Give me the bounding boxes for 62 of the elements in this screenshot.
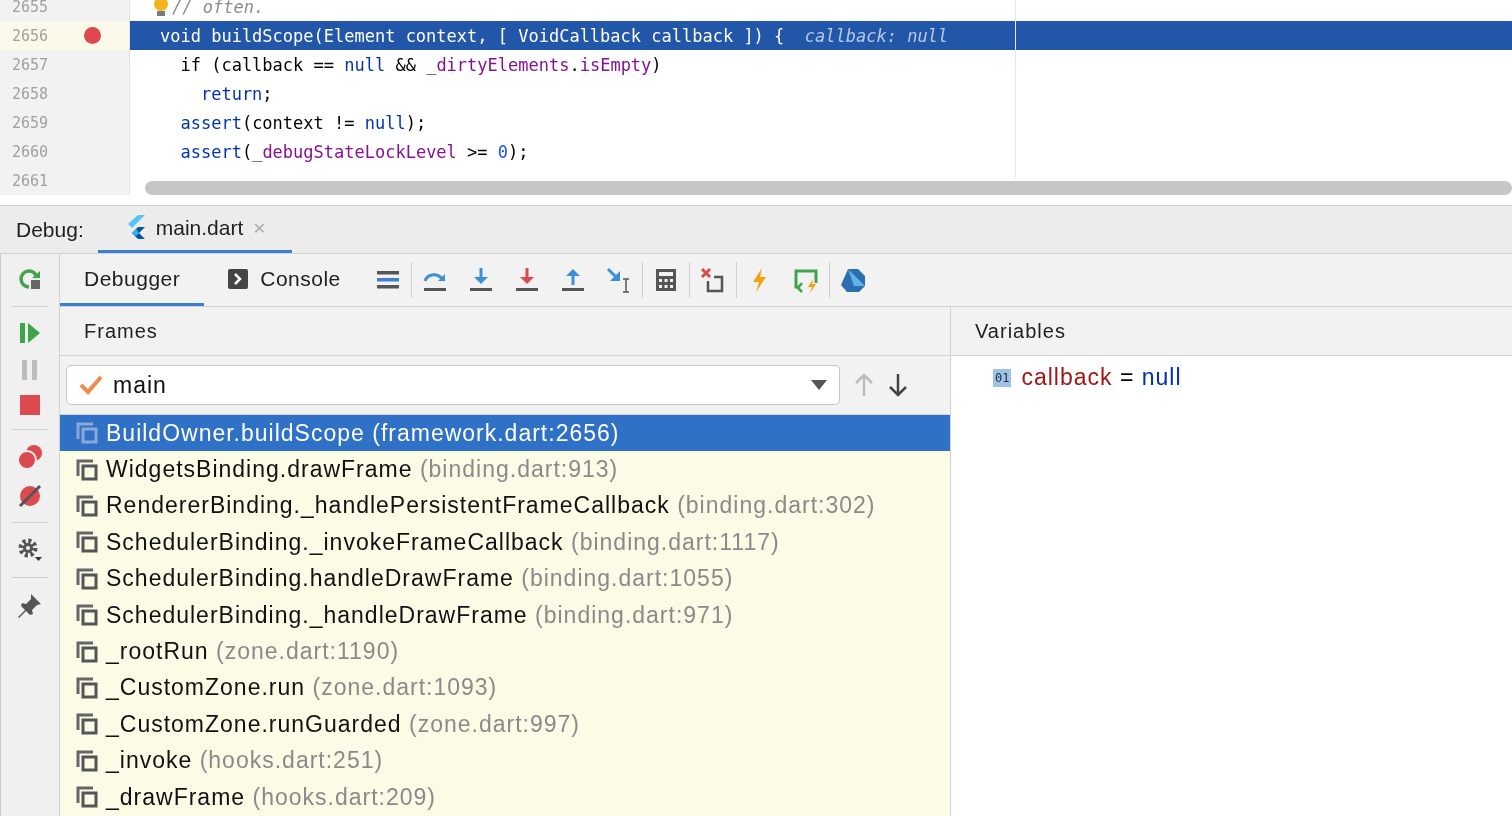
frame-icon (76, 676, 98, 699)
frame-icon (76, 422, 98, 445)
frame-item[interactable]: SchedulerBinding.handleDrawFrame (binding.dart:1055) (106, 565, 734, 593)
dart-icon[interactable] (839, 267, 866, 293)
frame-item[interactable]: SchedulerBinding._invokeFrameCallback (binding.dart:1117) (106, 528, 780, 556)
console-icon (228, 268, 249, 289)
mute-breakpoints-icon[interactable] (18, 484, 42, 508)
line-number: 2660 (11, 142, 50, 161)
horizontal-scrollbar[interactable] (145, 181, 1512, 195)
frame-item[interactable]: RendererBinding._handlePersistentFrameCallback (binding.dart:302) (106, 492, 876, 520)
frame-icon (76, 640, 98, 663)
code-line: return; (199, 83, 273, 104)
variable-entry[interactable]: callback = null (1021, 364, 1182, 391)
thread-dropdown[interactable]: main (66, 365, 840, 405)
line-number: 2658 (11, 84, 50, 103)
frame-icon (76, 531, 98, 554)
frame-item[interactable]: _CustomZone.run (zone.dart:1093) (106, 674, 498, 702)
settings-icon[interactable] (17, 537, 43, 563)
debug-label: Debug: (16, 217, 84, 242)
run-to-cursor-icon[interactable] (605, 267, 632, 293)
step-into-icon[interactable] (467, 267, 494, 293)
caret-icon (811, 380, 827, 390)
frame-icon (76, 749, 98, 772)
frame-item[interactable]: _drawFrame (hooks.dart:209) (106, 783, 436, 811)
frame-icon (76, 713, 98, 736)
variable-type-icon: 01 (993, 368, 1012, 387)
down-arrow-icon[interactable] (888, 373, 908, 397)
code-line: void buildScope(Element context, [ VoidCallback callback ]) { callback: null (160, 25, 949, 46)
force-step-into-icon[interactable] (513, 267, 540, 293)
code-line: assert(_debugStateLockLevel >= 0); (179, 141, 529, 162)
rerun-icon[interactable] (17, 266, 43, 292)
breakpoint-icon[interactable] (83, 27, 101, 44)
frame-icon (76, 786, 98, 809)
pin-icon[interactable] (17, 592, 43, 618)
variables-title: Variables (975, 319, 1066, 343)
resume-icon[interactable] (18, 321, 42, 345)
frame-icon (76, 494, 98, 517)
line-number: 2659 (11, 113, 50, 132)
line-number: 2656 (11, 26, 50, 45)
line-number: 2655 (11, 0, 50, 16)
frame-icon (76, 567, 98, 590)
lightbulb-icon[interactable] (152, 0, 170, 18)
line-number: 2657 (11, 55, 50, 74)
hot-restart-icon[interactable] (792, 267, 819, 293)
line-number: 2661 (11, 171, 50, 190)
frame-icon (76, 604, 98, 627)
frame-item[interactable]: _rootRun (zone.dart:1190) (106, 638, 400, 666)
frame-icon (76, 458, 98, 481)
code-line: assert(context != null); (179, 112, 427, 133)
check-icon (79, 375, 103, 395)
code-line: // often. (172, 0, 265, 17)
code-line: if (callback == null && _dirtyElements.isEmpty) (179, 54, 662, 75)
frame-item[interactable]: _invoke (hooks.dart:251) (106, 747, 384, 775)
frame-item[interactable]: WidgetsBinding.drawFrame (binding.dart:913) (106, 456, 619, 484)
frame-item[interactable]: SchedulerBinding._handleDrawFrame (binding.dart:971) (106, 601, 734, 629)
frame-item[interactable]: _CustomZone.runGuarded (zone.dart:997) (106, 710, 580, 738)
frames-title: Frames (84, 319, 158, 343)
drop-frame-icon[interactable] (699, 267, 726, 293)
frame-item[interactable]: BuildOwner.buildScope (framework.dart:2656) (106, 419, 620, 447)
debugger-tab[interactable]: Console (204, 254, 365, 306)
step-out-icon[interactable] (559, 267, 586, 293)
breakpoints-icon[interactable] (17, 444, 43, 470)
